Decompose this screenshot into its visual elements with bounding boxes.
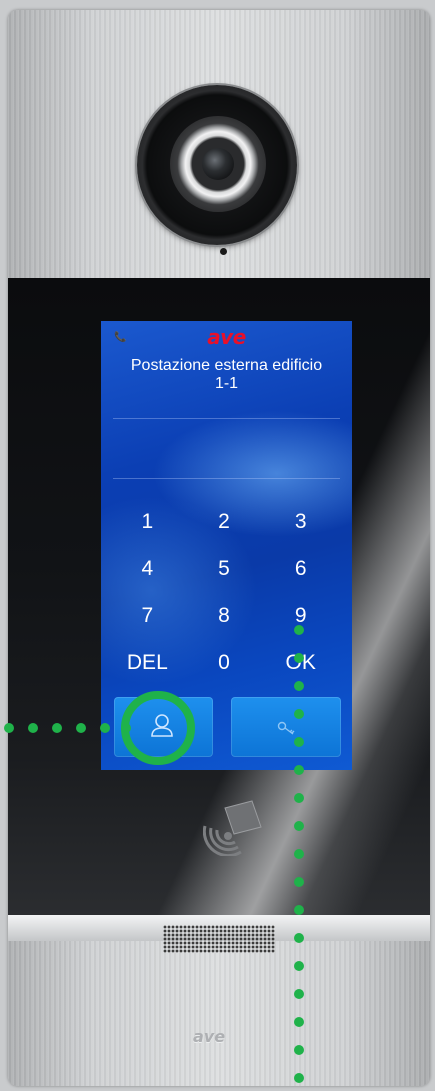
user-icon	[151, 714, 173, 737]
keypad: 1 2 3 4 5 6 7 8 9 DEL 0 OK	[109, 503, 339, 681]
title-line-2: 1-1	[214, 375, 239, 392]
unlock-key-button[interactable]	[231, 697, 341, 757]
divider-top	[113, 418, 340, 419]
brand-logo: ave	[207, 325, 246, 349]
speaker-grille	[163, 925, 275, 953]
key-9[interactable]: 9	[262, 597, 339, 634]
key-6[interactable]: 6	[262, 550, 339, 587]
key-8[interactable]: 8	[186, 597, 263, 634]
directory-button[interactable]	[114, 697, 213, 757]
camera-pupil	[202, 148, 234, 180]
key-ok[interactable]: OK	[262, 644, 339, 681]
key-4[interactable]: 4	[109, 550, 186, 587]
key-1[interactable]: 1	[109, 503, 186, 540]
title-line-1: Postazione esterna edificio	[130, 357, 323, 374]
microphone-hole	[220, 248, 227, 255]
screen-title: Postazione esterna edificio 1-1	[101, 357, 352, 393]
bottom-brand-logo: ave	[193, 1027, 226, 1046]
key-icon	[277, 721, 295, 735]
divider-bottom	[113, 478, 340, 479]
key-2[interactable]: 2	[186, 503, 263, 540]
key-3[interactable]: 3	[262, 503, 339, 540]
touch-screen: 📞 ave Postazione esterna edificio 1-1 1 …	[101, 321, 352, 770]
rfid-reader-icon	[203, 800, 262, 856]
key-5[interactable]: 5	[186, 550, 263, 587]
key-0[interactable]: 0	[186, 644, 263, 681]
key-del[interactable]: DEL	[109, 644, 186, 681]
key-7[interactable]: 7	[109, 597, 186, 634]
